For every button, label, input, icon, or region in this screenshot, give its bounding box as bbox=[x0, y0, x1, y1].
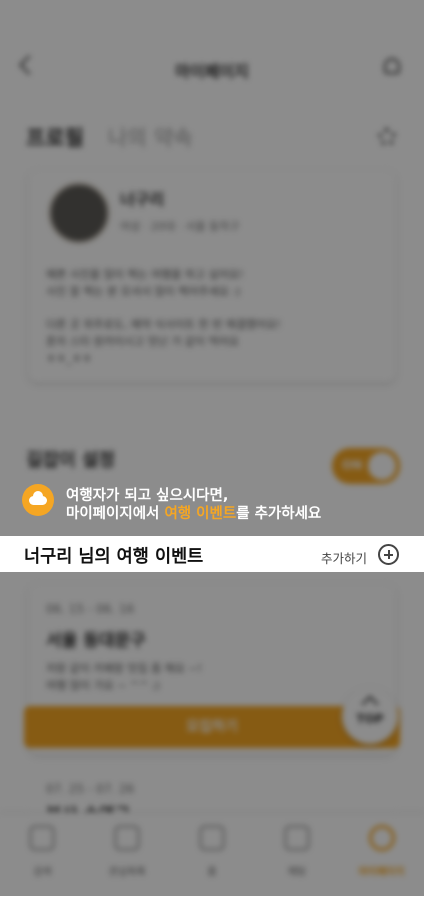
nav-label: 검색 bbox=[33, 867, 52, 878]
page-title: 마이페이지 bbox=[175, 62, 249, 81]
add-event-label[interactable]: 추가하기 bbox=[321, 548, 367, 567]
bell-icon[interactable] bbox=[384, 58, 400, 74]
nav-favorites[interactable]: 관심목록 bbox=[85, 813, 170, 897]
nav-label: 홈 bbox=[207, 867, 217, 878]
search-icon bbox=[29, 825, 56, 851]
nav-home[interactable]: 홈 bbox=[170, 813, 255, 897]
background-page: 마이페이지 프로필 나의 약속 너구리 여성 · 20대 · 서울 동작구 예쁜… bbox=[0, 0, 424, 897]
plus-circle-icon[interactable] bbox=[378, 544, 399, 565]
profile-intro-3: 다른 곳 위주로도, 예약 식사이트 한 번 해결했어요! bbox=[46, 318, 281, 331]
person-icon bbox=[368, 825, 395, 851]
tab-profile[interactable]: 프로필 bbox=[26, 122, 84, 152]
gear-icon[interactable] bbox=[378, 128, 396, 146]
nav-search[interactable]: 검색 bbox=[0, 813, 85, 897]
avatar bbox=[48, 182, 110, 244]
banner-line-2: 마이페이지에서 여행 이벤트를 추가하세요 bbox=[66, 502, 321, 523]
event-desc-2: 여행 많이 가요 ~ ^^ ;) bbox=[46, 679, 160, 692]
profile-meta: 여성 · 20대 · 서울 동작구 bbox=[120, 220, 240, 233]
guide-toggle[interactable]: ON bbox=[332, 448, 400, 484]
nav-label: 채팅 bbox=[287, 867, 306, 878]
nav-mypage[interactable]: 마이페이지 bbox=[339, 813, 424, 897]
profile-intro-2: 사진 잘 찍는 분 모셔서 많이 찍어주세요 :) bbox=[46, 285, 241, 298]
banner-text: 를 추가하세요 bbox=[236, 506, 322, 522]
events-section-title: 너구리 님의 여행 이벤트 bbox=[24, 547, 204, 567]
top-label: TOP bbox=[356, 712, 384, 726]
heart-icon bbox=[114, 825, 141, 851]
cloud-icon bbox=[22, 484, 54, 516]
toggle-knob bbox=[368, 452, 396, 480]
guide-setting-label: 길잡이 설정 bbox=[26, 450, 116, 471]
event-desc-1: 저랑 같이 카페랑 맛집 좀 해요 ~! bbox=[46, 662, 203, 675]
event-title: 서울 동대문구 bbox=[46, 631, 146, 651]
profile-intro-1: 예쁜 사진을 많이 찍는 여행을 하고 싶어요! bbox=[46, 268, 244, 281]
nav-label: 마이페이지 bbox=[358, 867, 405, 878]
events-section-header: 너구리 님의 여행 이벤트 추가하기 bbox=[0, 536, 424, 572]
nav-chat[interactable]: 채팅 bbox=[254, 813, 339, 897]
scroll-top-button[interactable]: TOP bbox=[342, 688, 398, 744]
profile-intro-4: 혼자 스타 원카이시고 맛난 거 같이 먹어요 bbox=[46, 335, 240, 348]
toggle-label: ON bbox=[342, 458, 363, 472]
home-icon bbox=[198, 825, 225, 851]
profile-card: 너구리 여성 · 20대 · 서울 동작구 예쁜 사진을 많이 찍는 여행을 하… bbox=[28, 170, 396, 382]
profile-nickname: 너구리 bbox=[120, 190, 165, 209]
tab-intro[interactable]: 나의 약속 bbox=[108, 122, 193, 152]
event-date: 06. 15 - 06. 16 bbox=[46, 602, 135, 616]
banner-text: 마이페이지에서 bbox=[66, 506, 165, 522]
banner-highlight: 여행 이벤트 bbox=[164, 506, 237, 522]
bottom-nav: 검색 관심목록 홈 채팅 마이페이지 bbox=[0, 812, 424, 897]
event2-date: 07. 25 - 07. 26 bbox=[46, 782, 135, 796]
chat-icon bbox=[283, 825, 310, 851]
nav-label: 관심목록 bbox=[108, 867, 146, 878]
chevron-up-icon bbox=[361, 695, 379, 713]
profile-intro-5: ㅎㅎ_ㅎㅎ bbox=[46, 352, 92, 365]
